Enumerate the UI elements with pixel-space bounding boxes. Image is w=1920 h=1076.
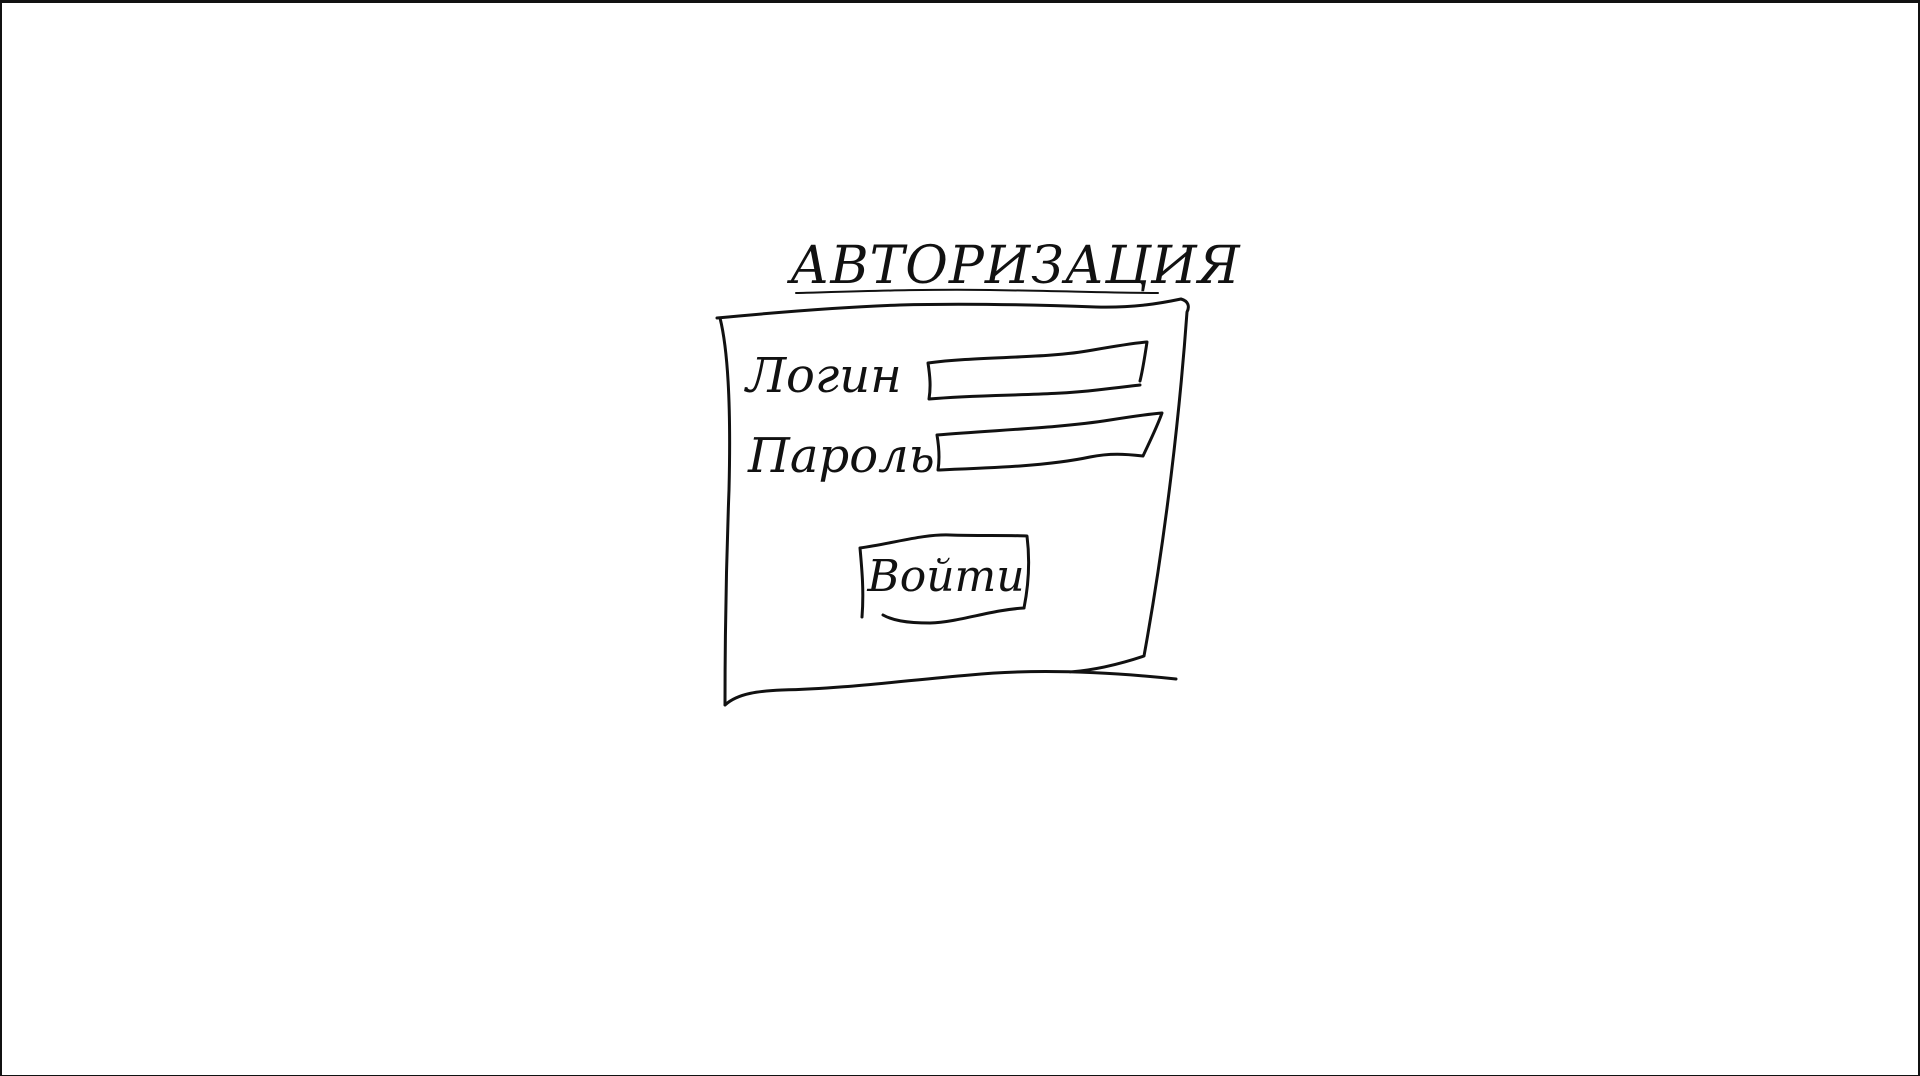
login-button[interactable]: Войти xyxy=(862,536,1030,618)
page-title: АВТОРИЗАЦИЯ xyxy=(790,236,1241,296)
password-input[interactable] xyxy=(940,416,1150,464)
password-label: Пароль xyxy=(748,428,935,484)
login-label: Логин xyxy=(746,348,902,404)
login-input[interactable] xyxy=(932,348,1142,392)
